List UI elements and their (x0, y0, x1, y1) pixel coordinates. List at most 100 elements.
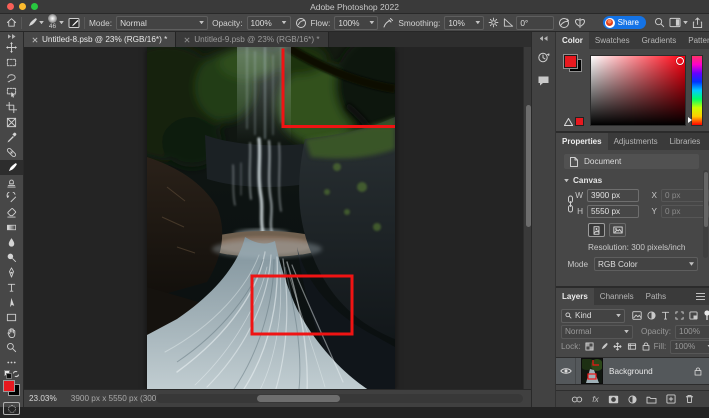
dodge-tool[interactable] (0, 250, 23, 265)
lock-pixels-icon[interactable] (599, 342, 608, 351)
tab-properties[interactable]: Properties (556, 133, 608, 150)
rectangle-tool[interactable] (0, 310, 23, 325)
path-selection-tool[interactable] (0, 295, 23, 310)
airbrush-icon[interactable] (382, 17, 394, 29)
color-mode-select[interactable]: RGB Color (594, 257, 698, 271)
link-layers-icon[interactable] (571, 396, 583, 403)
layer-thumbnail[interactable] (581, 358, 603, 384)
filter-shape-layers-icon[interactable] (675, 311, 684, 320)
lock-artboard-icon[interactable] (627, 342, 637, 351)
lasso-tool[interactable] (0, 70, 23, 85)
color-picker-handle[interactable] (676, 57, 684, 65)
close-window-button[interactable] (7, 3, 14, 10)
tab-patterns[interactable]: Patterns (682, 32, 709, 49)
symmetry-icon[interactable] (574, 17, 586, 29)
marquee-tool[interactable] (0, 55, 23, 70)
properties-scrollbar-thumb[interactable] (704, 172, 708, 227)
zoom-level-input[interactable]: 23.03% (29, 394, 57, 403)
foreground-color-swatch[interactable] (564, 55, 577, 68)
dock-collapse-button[interactable] (540, 34, 548, 43)
lock-all-icon[interactable] (642, 342, 650, 351)
lock-position-icon[interactable] (613, 342, 622, 351)
panel-menu-icon[interactable] (696, 293, 705, 300)
eraser-tool[interactable] (0, 205, 23, 220)
foreground-color-swatch[interactable] (3, 380, 15, 392)
history-brush-tool[interactable] (0, 190, 23, 205)
new-group-icon[interactable] (646, 395, 657, 404)
frame-tool[interactable] (0, 115, 23, 130)
x-input[interactable]: 0 px (661, 189, 709, 202)
layer-blend-mode-select[interactable]: Normal (561, 325, 633, 339)
horizontal-scrollbar-thumb[interactable] (257, 395, 340, 402)
close-icon[interactable] (184, 37, 190, 43)
layer-fill-select[interactable]: 100% (670, 340, 709, 354)
height-input[interactable]: 5550 px (587, 205, 639, 218)
opacity-select[interactable]: 100% (247, 16, 291, 30)
add-mask-icon[interactable] (608, 395, 619, 404)
hand-tool[interactable] (0, 325, 23, 340)
vertical-scrollbar-thumb[interactable] (526, 105, 531, 227)
maximize-window-button[interactable] (31, 3, 38, 10)
version-history-icon[interactable] (532, 49, 555, 66)
pasteboard[interactable] (24, 47, 524, 390)
properties-scrollbar[interactable] (703, 170, 708, 258)
pressure-opacity-icon[interactable] (295, 17, 307, 29)
pen-tool[interactable] (0, 265, 23, 280)
width-input[interactable]: 3900 px (587, 189, 639, 202)
tab-libraries[interactable]: Libraries (664, 133, 707, 150)
canvas-document[interactable] (147, 47, 395, 390)
share-button[interactable]: Share (603, 16, 646, 29)
zoom-tool[interactable] (0, 340, 23, 355)
search-icon[interactable] (654, 17, 665, 28)
gradient-tool[interactable] (0, 220, 23, 235)
landscape-orientation-button[interactable] (609, 223, 626, 237)
healing-brush-tool[interactable] (0, 145, 23, 160)
smoothing-select[interactable]: 10% (444, 16, 484, 30)
tab-color[interactable]: Color (556, 32, 589, 49)
delete-layer-icon[interactable] (685, 394, 694, 404)
filter-smart-objects-icon[interactable] (689, 311, 698, 320)
layer-name[interactable]: Background (609, 367, 694, 376)
canvas-section-header[interactable]: Canvas (564, 176, 699, 185)
foreground-background-colors[interactable] (3, 380, 20, 396)
layer-effects-icon[interactable]: fx (592, 394, 599, 404)
tab-paths[interactable]: Paths (640, 288, 672, 305)
portrait-orientation-button[interactable] (588, 223, 605, 237)
clone-stamp-tool[interactable] (0, 175, 23, 190)
y-input[interactable]: 0 px (661, 205, 709, 218)
move-tool[interactable] (0, 40, 23, 55)
default-swap-colors[interactable] (4, 370, 20, 378)
hue-slider[interactable] (691, 55, 703, 126)
link-dimensions-icon[interactable] (566, 189, 575, 218)
filter-toggle-icon[interactable] (703, 310, 709, 321)
gamut-color-swatch[interactable] (575, 117, 584, 126)
layer-opacity-select[interactable]: 100% (675, 325, 709, 339)
new-adjustment-layer-icon[interactable] (628, 395, 637, 404)
filter-type-layers-icon[interactable] (661, 311, 670, 320)
tab-adjustments[interactable]: Adjustments (608, 133, 664, 150)
filter-pixel-layers-icon[interactable] (632, 311, 642, 320)
angle-input[interactable]: 0° (516, 16, 554, 30)
tool-preset-button[interactable] (26, 17, 44, 28)
brush-angle-control[interactable]: 0° (503, 16, 554, 30)
home-icon[interactable] (6, 17, 17, 28)
brush-preset-picker[interactable]: 46 (48, 14, 64, 31)
eyedropper-tool[interactable] (0, 130, 23, 145)
smoothing-options-gear-icon[interactable] (488, 17, 499, 28)
document-tab-untitled-8[interactable]: Untitled-8.psb @ 23% (RGB/16*) * (24, 32, 176, 47)
flow-select[interactable]: 100% (334, 16, 378, 30)
edit-toolbar-ellipsis-icon[interactable] (0, 355, 23, 370)
workspace-switcher[interactable] (669, 17, 688, 28)
tab-channels[interactable]: Channels (594, 288, 640, 305)
quick-mask-icon[interactable] (3, 402, 20, 415)
saturation-brightness-field[interactable] (590, 55, 686, 126)
gamut-warning[interactable] (564, 117, 590, 126)
toolbar-collapse-button[interactable] (8, 34, 16, 39)
close-icon[interactable] (32, 37, 38, 43)
tab-gradients[interactable]: Gradients (636, 32, 683, 49)
object-selection-tool[interactable] (0, 85, 23, 100)
export-share-icon[interactable] (692, 17, 703, 29)
tab-layers[interactable]: Layers (556, 288, 594, 305)
layer-row-background[interactable]: Background (556, 357, 709, 385)
foreground-background-colors[interactable] (564, 55, 582, 72)
